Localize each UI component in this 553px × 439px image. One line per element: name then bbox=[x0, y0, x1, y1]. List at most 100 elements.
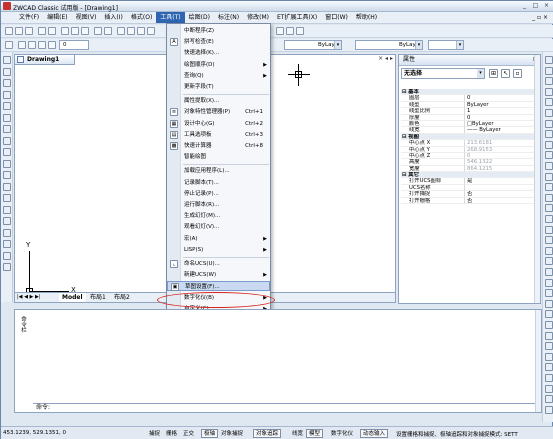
tools-menu-item-0[interactable]: 中断程序(Z) bbox=[167, 26, 270, 36]
fillet-icon[interactable] bbox=[545, 204, 553, 213]
layer-color-icon[interactable] bbox=[48, 41, 56, 49]
menu-window[interactable]: 窗口(W) bbox=[321, 12, 352, 23]
menu-view[interactable]: 视图(V) bbox=[72, 12, 101, 23]
hatch-icon[interactable] bbox=[3, 217, 11, 225]
region-icon[interactable] bbox=[3, 240, 11, 248]
tools-menu-item-17[interactable]: 运行脚本(R)... bbox=[167, 200, 270, 210]
insert-block-icon[interactable] bbox=[3, 182, 11, 191]
options-icon[interactable] bbox=[545, 405, 553, 414]
plot-style-combo[interactable]: ▾ bbox=[428, 40, 464, 50]
tools-menu-item-14[interactable]: 加载应用程序(L)... bbox=[167, 166, 270, 176]
join-icon[interactable] bbox=[545, 183, 553, 192]
menu-tools[interactable]: 工具(T) bbox=[156, 12, 185, 23]
chamfer-icon[interactable] bbox=[545, 193, 553, 202]
ellipse-arc-icon[interactable] bbox=[3, 171, 11, 179]
arc-icon[interactable] bbox=[3, 113, 11, 122]
mtext-icon[interactable] bbox=[3, 263, 11, 271]
status-toggle-1[interactable]: 栅格 bbox=[163, 429, 180, 438]
polyline-icon[interactable] bbox=[3, 79, 11, 87]
drawing-window-controls[interactable]: × ◂ ▸ bbox=[378, 55, 393, 62]
array-icon[interactable] bbox=[545, 98, 553, 107]
zoom-window-icon[interactable] bbox=[137, 27, 145, 35]
mirror-icon[interactable] bbox=[545, 77, 553, 86]
pedit-icon[interactable] bbox=[545, 246, 553, 255]
lineweight-combo[interactable]: ByLayer ▾ bbox=[355, 40, 423, 50]
align-icon[interactable] bbox=[545, 236, 553, 245]
status-toggle-3[interactable]: 极轴 bbox=[201, 429, 219, 438]
help-icon[interactable] bbox=[296, 27, 304, 35]
tools-menu-item-12[interactable]: 智能绘图 bbox=[167, 152, 270, 162]
save-icon[interactable] bbox=[25, 27, 33, 35]
tools-menu-item-5[interactable]: 更新字段(T) bbox=[167, 82, 270, 92]
divide-icon[interactable] bbox=[545, 257, 553, 266]
status-toggle-4[interactable]: 对象捕捉 bbox=[218, 429, 246, 438]
menu-insert[interactable]: 插入(I) bbox=[100, 12, 126, 23]
circle-icon[interactable] bbox=[3, 125, 11, 133]
tools-menu-item-23[interactable]: ⌞ 命名UCS(U)... bbox=[167, 259, 270, 269]
tools-menu-item-7[interactable]: 属性提取(X)... bbox=[167, 96, 270, 106]
new-icon[interactable] bbox=[5, 27, 13, 35]
layer-manager-icon[interactable] bbox=[5, 41, 13, 49]
pan-icon[interactable] bbox=[117, 27, 125, 35]
cut-icon[interactable] bbox=[61, 27, 69, 35]
list-icon[interactable] bbox=[545, 374, 553, 382]
undo-icon[interactable] bbox=[94, 27, 102, 35]
tools-menu-item-8[interactable]: ≡ 对象特性管理器(P) Ctrl+1 bbox=[167, 107, 270, 117]
layout-nav-buttons[interactable]: |◀ ◀ ▶ ▶| bbox=[17, 293, 41, 302]
linetype-dropdown-icon[interactable]: ▾ bbox=[334, 41, 341, 49]
menu-file[interactable]: 文件(F) bbox=[15, 12, 43, 23]
minimize-button[interactable]: _ bbox=[520, 2, 529, 10]
command-input[interactable]: 命令: bbox=[33, 403, 541, 412]
help-modify-icon[interactable] bbox=[545, 395, 553, 404]
lengthen-icon[interactable] bbox=[545, 225, 553, 234]
status-toggle-9[interactable]: 动态输入 bbox=[360, 429, 389, 438]
offset-icon[interactable] bbox=[545, 87, 553, 96]
tools-menu-item-2[interactable]: 快速选择(K)... bbox=[167, 48, 270, 58]
tab-model[interactable]: Model bbox=[59, 293, 86, 302]
rectangle-icon[interactable] bbox=[3, 102, 11, 110]
properties-header[interactable]: 属性 × bbox=[399, 55, 540, 66]
paste-icon[interactable] bbox=[81, 27, 89, 35]
close-button[interactable]: × bbox=[542, 2, 551, 10]
tools-menu-item-1[interactable]: A 拼写检查(E) bbox=[167, 37, 270, 47]
quick-select-icon[interactable]: ⊞ bbox=[489, 69, 498, 78]
linetype-combo[interactable]: ByLayer ▾ bbox=[284, 40, 342, 50]
make-block-icon[interactable] bbox=[3, 194, 11, 202]
menu-help[interactable]: 帮助(H) bbox=[352, 12, 381, 23]
command-scrollbar[interactable] bbox=[535, 310, 541, 412]
properties-toolbar-icon[interactable] bbox=[276, 27, 284, 35]
copy-icon[interactable] bbox=[71, 27, 79, 35]
tools-menu-item-18[interactable]: 生成幻灯(M)... bbox=[167, 211, 270, 221]
layer-combo[interactable]: 0 bbox=[59, 40, 89, 50]
drawing-tab[interactable]: Drawing1 bbox=[15, 55, 75, 65]
layer-on-icon[interactable] bbox=[18, 41, 26, 49]
property-row[interactable]: 打开栅格否 bbox=[401, 197, 539, 205]
measure-icon[interactable] bbox=[545, 268, 553, 276]
select-objects-icon[interactable]: ↖ bbox=[501, 69, 510, 78]
trim-icon[interactable] bbox=[545, 151, 553, 160]
status-toggle-7[interactable]: 模型 bbox=[306, 429, 324, 438]
move-icon[interactable] bbox=[545, 109, 553, 117]
erase-icon[interactable] bbox=[545, 56, 553, 64]
tools-menu-item-11[interactable]: ▩ 快速计算器 Ctrl+8 bbox=[167, 141, 270, 151]
rotate-icon[interactable] bbox=[545, 119, 553, 128]
tools-menu-item-20[interactable]: 宏(A) ▶ bbox=[167, 234, 270, 244]
zoom-previous-icon[interactable] bbox=[147, 27, 155, 35]
tools-menu-item-15[interactable]: 记录脚本(T)... bbox=[167, 178, 270, 188]
ellipse-icon[interactable] bbox=[3, 159, 11, 168]
extend-icon[interactable] bbox=[545, 162, 553, 170]
regen-icon[interactable] bbox=[545, 331, 553, 340]
polygon-icon[interactable] bbox=[3, 90, 11, 99]
zoom-icon[interactable] bbox=[127, 27, 135, 35]
status-toggle-0[interactable]: 捕捉 bbox=[146, 429, 163, 438]
id-icon[interactable] bbox=[545, 384, 553, 393]
title-bar[interactable]: ZWCAD Classic 试用版 - [Drawing1] _ □ × bbox=[1, 1, 553, 12]
layer-freeze-icon[interactable] bbox=[28, 41, 36, 49]
zoom-extents-icon[interactable] bbox=[545, 321, 553, 329]
print-preview-icon[interactable] bbox=[48, 27, 56, 35]
tab-layout2[interactable]: 布局2 bbox=[111, 293, 133, 302]
copy-icon[interactable] bbox=[545, 66, 553, 75]
redo-icon[interactable] bbox=[104, 27, 112, 35]
properties-icon[interactable] bbox=[545, 289, 553, 298]
status-toggle-2[interactable]: 正交 bbox=[180, 429, 197, 438]
